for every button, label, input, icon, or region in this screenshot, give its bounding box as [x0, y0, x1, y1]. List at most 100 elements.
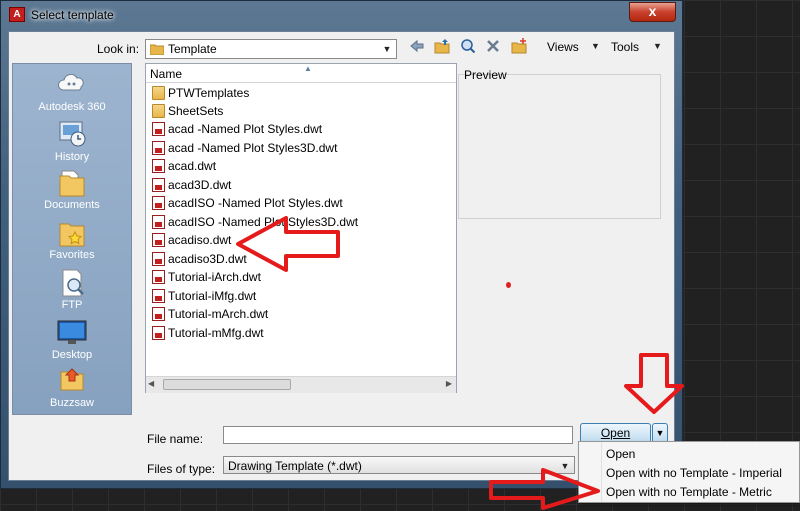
column-header-name[interactable]: Name ▲ [146, 64, 456, 83]
open-button[interactable]: Open [580, 423, 651, 443]
sort-ascending-icon: ▲ [304, 64, 312, 73]
dwt-file-icon [152, 289, 165, 303]
column-header-label: Name [150, 67, 183, 81]
place-label: FTP [61, 299, 83, 311]
open-options-menu: Open Open with no Template - Imperial Op… [578, 441, 800, 503]
tools-chevron-down-icon[interactable]: ▼ [653, 41, 662, 51]
views-menu[interactable]: Views [547, 40, 579, 54]
dwt-file-icon [152, 252, 165, 266]
favorites-folder-icon [57, 218, 87, 247]
chevron-down-icon[interactable]: ▼ [558, 459, 572, 473]
list-item[interactable]: acadiso.dwt [150, 231, 450, 249]
place-favorites[interactable]: Favorites [13, 218, 131, 266]
place-autodesk-360[interactable]: Autodesk 360 [13, 70, 131, 118]
list-item-label: Tutorial-mMfg.dwt [168, 326, 264, 340]
back-icon[interactable] [407, 38, 427, 58]
dwt-file-icon [152, 215, 165, 229]
dialog-client-area: Look in: Template ▼ Views ▼ Tools ▼ Auto… [8, 31, 675, 481]
scroll-right-icon[interactable]: ▶ [446, 379, 452, 388]
place-documents[interactable]: Documents [13, 168, 131, 216]
annotation-dot [506, 282, 511, 288]
list-item[interactable]: acad -Named Plot Styles3D.dwt [150, 139, 450, 157]
close-button[interactable]: x [629, 2, 676, 22]
list-item-label: Tutorial-iMfg.dwt [168, 289, 257, 303]
desktop-icon [57, 318, 87, 346]
new-folder-icon[interactable] [509, 38, 529, 58]
list-item-label: acad.dwt [168, 159, 217, 173]
list-item-label: acad -Named Plot Styles3D.dwt [168, 141, 338, 155]
scrollbar-thumb[interactable] [163, 379, 291, 390]
file-name-label: File name: [147, 432, 204, 446]
look-in-value: Template [168, 42, 217, 56]
chevron-down-icon[interactable]: ▼ [380, 42, 394, 56]
delete-icon[interactable] [483, 38, 503, 58]
tools-menu[interactable]: Tools [611, 40, 639, 54]
list-item-label: acad3D.dwt [168, 178, 232, 192]
place-history[interactable]: History [13, 120, 131, 168]
look-in-label: Look in: [97, 42, 140, 56]
place-label: Favorites [49, 249, 95, 261]
dwt-file-icon [152, 159, 165, 173]
list-item-label: Tutorial-iArch.dwt [168, 270, 261, 284]
files-of-type-dropdown[interactable]: Drawing Template (*.dwt) ▼ [223, 456, 575, 474]
list-item[interactable]: Tutorial-iArch.dwt [150, 268, 450, 286]
search-web-icon[interactable] [458, 38, 478, 58]
list-item-label: Tutorial-mArch.dwt [168, 307, 269, 321]
history-icon [57, 120, 87, 148]
menu-item-open-imperial[interactable]: Open with no Template - Imperial [606, 466, 782, 480]
list-item-label: acadISO -Named Plot Styles3D.dwt [168, 215, 359, 229]
autocad-app-icon: A [9, 7, 25, 22]
list-item[interactable]: acad -Named Plot Styles.dwt [150, 120, 450, 138]
folder-icon [149, 43, 165, 58]
menu-item-open[interactable]: Open [606, 447, 635, 461]
file-name-input[interactable] [223, 426, 573, 444]
folder-icon [152, 104, 165, 118]
dwt-file-icon [152, 270, 165, 284]
list-item-label: PTWTemplates [168, 86, 250, 100]
dwt-file-icon [152, 178, 165, 192]
open-dropdown-button[interactable]: ▼ [652, 423, 668, 443]
look-in-dropdown[interactable]: Template ▼ [145, 39, 397, 59]
list-item[interactable]: Tutorial-iMfg.dwt [150, 287, 450, 305]
place-ftp[interactable]: FTP [13, 268, 131, 316]
horizontal-scrollbar[interactable]: ◀ ▶ [146, 376, 456, 393]
dialog-title: Select template [31, 8, 114, 22]
place-desktop[interactable]: Desktop [13, 318, 131, 366]
ftp-icon [57, 268, 87, 297]
places-sidebar: Autodesk 360 History Documents Favorites [12, 63, 132, 415]
list-item[interactable]: acadiso3D.dwt [150, 250, 450, 268]
scroll-left-icon[interactable]: ◀ [148, 379, 154, 388]
place-label: History [54, 151, 90, 163]
list-item[interactable]: acad.dwt [150, 157, 450, 175]
list-item[interactable]: acadISO -Named Plot Styles.dwt [150, 194, 450, 212]
files-of-type-value: Drawing Template (*.dwt) [228, 459, 362, 473]
list-item-folder[interactable]: PTWTemplates [150, 84, 450, 102]
list-item[interactable]: Tutorial-mArch.dwt [150, 305, 450, 323]
files-of-type-label: Files of type: [147, 462, 216, 476]
menu-item-open-metric[interactable]: Open with no Template - Metric [606, 485, 772, 499]
list-item-folder[interactable]: SheetSets [150, 102, 450, 120]
list-item[interactable]: Tutorial-mMfg.dwt [150, 324, 450, 342]
file-list[interactable]: Name ▲ PTWTemplates SheetSets acad -Name… [145, 63, 457, 393]
list-item-label: acadiso.dwt [168, 233, 232, 247]
buzzsaw-icon [57, 366, 87, 394]
title-bar[interactable]: A Select template x [1, 1, 682, 29]
list-item-label: acadiso3D.dwt [168, 252, 247, 266]
dwt-file-icon [152, 326, 165, 340]
list-item-label: acadISO -Named Plot Styles.dwt [168, 196, 343, 210]
list-item[interactable]: acadISO -Named Plot Styles3D.dwt [150, 213, 450, 231]
views-chevron-down-icon[interactable]: ▼ [591, 41, 600, 51]
place-buzzsaw[interactable]: Buzzsaw [13, 366, 131, 414]
place-label: Buzzsaw [49, 397, 95, 409]
list-item-label: SheetSets [168, 104, 224, 118]
dwt-file-icon [152, 141, 165, 155]
menu-divider [601, 442, 602, 502]
cloud-icon [57, 70, 87, 98]
dwt-file-icon [152, 233, 165, 247]
up-folder-icon[interactable] [432, 38, 452, 58]
place-label: Autodesk 360 [38, 101, 106, 113]
preview-label: Preview [464, 68, 507, 82]
dwt-file-icon [152, 307, 165, 321]
list-item[interactable]: acad3D.dwt [150, 176, 450, 194]
list-item-label: acad -Named Plot Styles.dwt [168, 122, 323, 136]
